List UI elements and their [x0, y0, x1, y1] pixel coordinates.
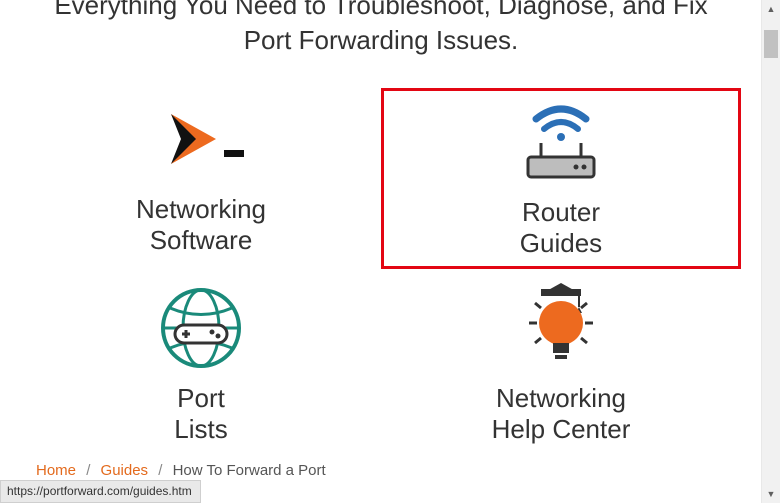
cards-grid: Networking Software Router Guid [21, 88, 741, 451]
card-router-guides[interactable]: Router Guides [381, 88, 741, 268]
breadcrumb-sep: / [158, 462, 162, 479]
scrollbar-track[interactable]: ▲ ▼ [761, 0, 780, 503]
breadcrumb: Home / Guides / How To Forward a Port [36, 462, 326, 479]
breadcrumb-guides[interactable]: Guides [101, 462, 149, 479]
networking-software-icon [146, 94, 256, 184]
breadcrumb-current: How To Forward a Port [173, 462, 326, 479]
page-viewport: Everything You Need to Troubleshoot, Dia… [0, 0, 762, 503]
breadcrumb-home[interactable]: Home [36, 462, 76, 479]
globe-controller-icon [156, 283, 246, 373]
card-label: Router Guides [520, 197, 602, 259]
card-port-lists[interactable]: Port Lists [21, 277, 381, 451]
card-label: Networking Software [136, 194, 266, 256]
scroll-up-arrow-icon[interactable]: ▲ [762, 0, 780, 18]
router-icon [506, 97, 616, 187]
page-headline: Everything You Need to Troubleshoot, Dia… [0, 0, 762, 58]
scrollbar-thumb[interactable] [764, 30, 778, 58]
card-label: Networking Help Center [492, 383, 631, 445]
card-label: Port Lists [174, 383, 227, 445]
card-networking-software[interactable]: Networking Software [21, 88, 381, 268]
breadcrumb-sep: / [86, 462, 90, 479]
lightbulb-grad-icon [521, 283, 601, 373]
card-help-center[interactable]: Networking Help Center [381, 277, 741, 451]
status-bar-url: https://portforward.com/guides.htm [0, 480, 201, 503]
scroll-down-arrow-icon[interactable]: ▼ [762, 485, 780, 503]
